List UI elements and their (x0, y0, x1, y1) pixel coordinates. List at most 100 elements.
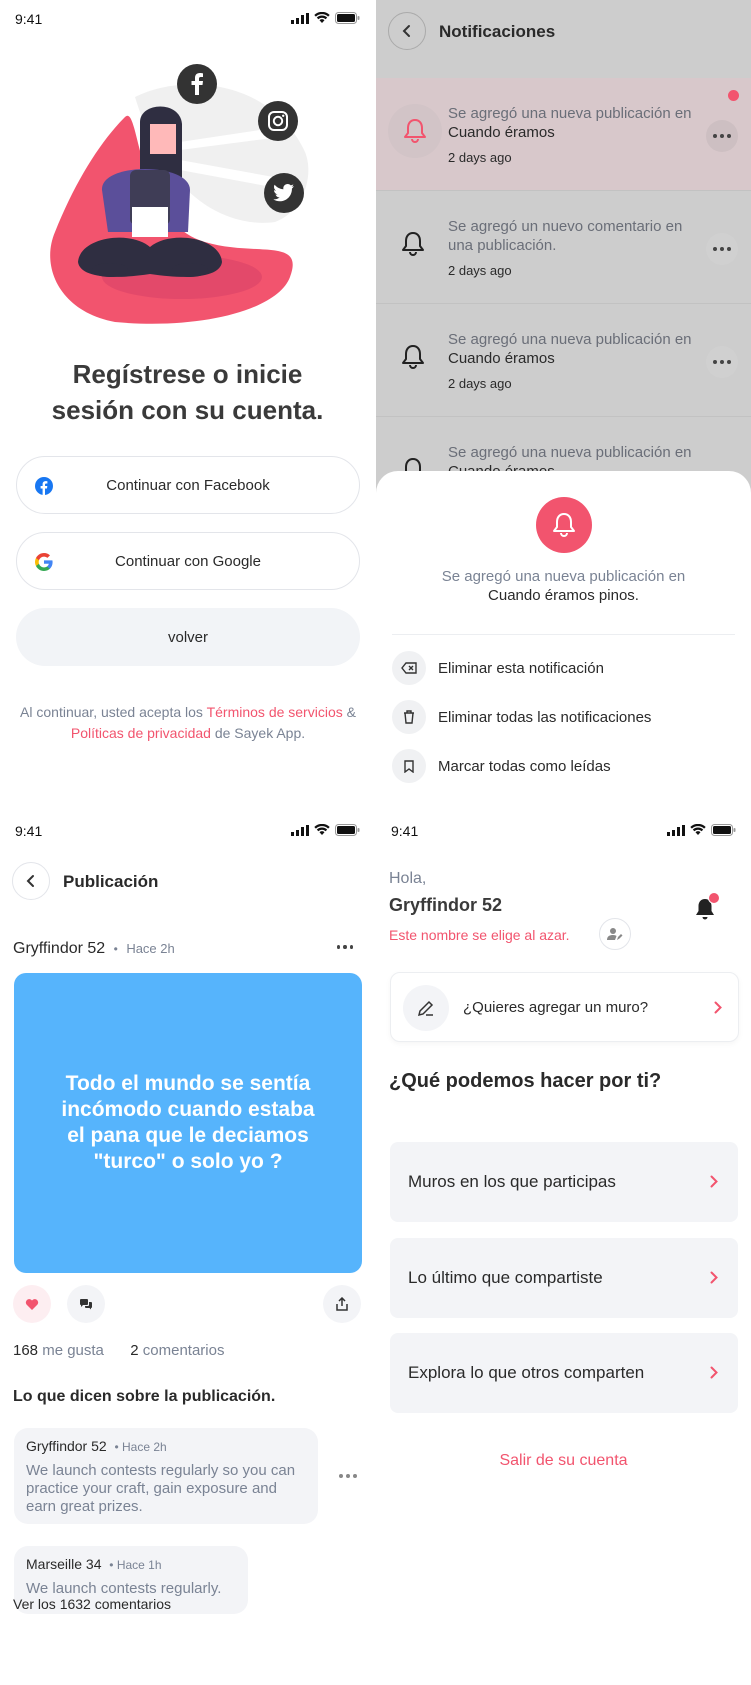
more-button[interactable] (706, 346, 738, 378)
login-screen: 9:41 Regístrese o inicie sesión con su c… (0, 0, 375, 812)
notification-item[interactable]: Se agregó un nuevo comentario en una pub… (376, 191, 751, 304)
terms-suffix: de Sayek App. (214, 725, 306, 741)
comments-section-title: Lo que dicen sobre la publicación. (13, 1388, 276, 1405)
back-button[interactable] (388, 12, 426, 50)
option-label: Lo último que compartiste (408, 1268, 603, 1287)
post-content: Todo el mundo se sentía incómodo cuando … (61, 1072, 315, 1173)
battery-icon (711, 824, 736, 836)
facebook-button[interactable]: Continuar con Facebook (16, 456, 360, 514)
post-meta: Gryffindor 52 • Hace 2h (13, 940, 175, 957)
comment-time: Hace 2h (122, 1440, 167, 1454)
notification-dot (708, 892, 720, 904)
notifications-screen: Notificaciones Se agregó una nueva publi… (376, 0, 751, 812)
wifi-icon (314, 12, 330, 23)
delete-all-action[interactable]: Eliminar todas las notificaciones (392, 699, 732, 735)
signal-icon (291, 12, 309, 24)
wifi-icon (314, 824, 330, 835)
bottom-sheet: Se agregó una nueva publicación en Cuand… (376, 471, 751, 812)
notification-post-name: Cuando éramos (448, 350, 555, 367)
status-bar: 9:41 (0, 0, 375, 40)
home-screen: 9:41 Hola, Gryffindor 52 Este nombre se … (376, 812, 751, 1624)
back-button[interactable]: volver (16, 608, 360, 666)
delete-notification-action[interactable]: Eliminar esta notificación (392, 650, 732, 686)
user-edit-icon (607, 928, 623, 940)
sheet-message-text: Se agregó una nueva publicación en (441, 568, 686, 585)
notification-text: Se agregó un nuevo comentario en una pub… (448, 218, 683, 254)
option-latest-shared[interactable]: Lo último que compartiste (390, 1238, 738, 1318)
terms-text: Al continuar, usted acepta los Términos … (8, 702, 368, 744)
add-wall-card[interactable]: ¿Quieres agregar un muro? (390, 972, 739, 1042)
status-icons (291, 12, 360, 24)
comments-label[interactable]: comentarios (143, 1342, 225, 1359)
comment-more-button[interactable] (339, 1474, 357, 1478)
wifi-icon (690, 824, 706, 835)
facebook-button-label: Continuar con Facebook (106, 476, 270, 494)
chevron-right-icon (714, 1001, 722, 1014)
login-title-line2: sesión con su cuenta. (51, 395, 324, 425)
delete-all-label: Eliminar todas las notificaciones (438, 708, 652, 726)
mark-all-read-action[interactable]: Marcar todas como leídas (392, 748, 732, 784)
likes-label: me gusta (42, 1342, 104, 1359)
comment-author[interactable]: Gryffindor 52 (26, 1438, 107, 1454)
bell-icon (553, 513, 575, 537)
bell-icon (402, 232, 424, 256)
notification-item[interactable]: Se agregó una nueva publicación en Cuand… (376, 78, 751, 191)
notifications-title: Notificaciones (439, 22, 556, 41)
notification-text: Se agregó una nueva publicación en (448, 444, 692, 461)
comment-button[interactable] (67, 1285, 105, 1323)
chat-icon (80, 1299, 92, 1310)
notification-item[interactable]: Se agregó una nueva publicación en Cuand… (376, 304, 751, 417)
chevron-right-icon (710, 1271, 718, 1284)
random-name-note: Este nombre se elige al azar. (389, 927, 570, 943)
bell-button[interactable] (694, 892, 722, 922)
back-button[interactable] (12, 862, 50, 900)
likes-count: 168 (13, 1342, 39, 1359)
add-wall-label: ¿Quieres agregar un muro? (463, 999, 649, 1016)
sheet-divider (392, 634, 735, 635)
terms-link[interactable]: Términos de servicios (207, 704, 343, 720)
google-icon (35, 553, 53, 571)
notification-time: 2 days ago (448, 263, 512, 278)
login-title: Regístrese o inicie sesión con su cuenta… (0, 356, 375, 428)
more-button[interactable] (706, 120, 738, 152)
notification-text: Se agregó una nueva publicación en (448, 105, 692, 122)
post-page-title: Publicación (63, 872, 159, 891)
facebook-bubble-icon (177, 64, 217, 104)
like-button[interactable] (13, 1285, 51, 1323)
comments-count: 2 (130, 1342, 139, 1359)
status-time: 9:41 (15, 823, 43, 839)
terms-prefix: Al continuar, usted acepta los (20, 704, 203, 720)
option-explore[interactable]: Explora lo que otros comparten (390, 1333, 738, 1413)
notification-text: Se agregó una nueva publicación en (448, 331, 692, 348)
back-button-label: volver (167, 628, 208, 646)
bell-icon-badge (536, 497, 592, 553)
google-button-label: Continuar con Google (115, 552, 261, 570)
post-more-button[interactable] (337, 945, 353, 953)
pencil-icon (417, 1000, 434, 1017)
notification-time: 2 days ago (448, 376, 512, 391)
logout-link[interactable]: Salir de su cuenta (376, 1452, 751, 1470)
bell-icon (402, 345, 424, 369)
google-button[interactable]: Continuar con Google (16, 532, 360, 590)
share-button[interactable] (323, 1285, 361, 1323)
privacy-link[interactable]: Políticas de privacidad (71, 725, 211, 741)
change-name-button[interactable] (599, 918, 631, 950)
comment-author[interactable]: Marseille 34 (26, 1556, 101, 1572)
pencil-icon-badge (403, 985, 449, 1031)
battery-icon (335, 824, 360, 836)
unread-dot (728, 90, 739, 101)
post-screen: 9:41 Publicación Gryffindor 52 • Hace 2h… (0, 812, 375, 1624)
view-all-comments-link[interactable]: Ver los 1632 comentarios (13, 1596, 171, 1612)
greeting: Hola, (389, 870, 427, 887)
mark-all-read-label: Marcar todas como leídas (438, 757, 611, 775)
option-walls[interactable]: Muros en los que participas (390, 1142, 738, 1222)
option-label: Explora lo que otros comparten (408, 1363, 645, 1382)
terms-and: & (346, 704, 356, 720)
help-section-title: ¿Qué podemos hacer por ti? (389, 1070, 662, 1092)
more-button[interactable] (706, 233, 738, 265)
chevron-left-icon (402, 25, 410, 37)
post-stats: 168 me gusta 2 comentarios (13, 1342, 224, 1359)
chevron-right-icon (710, 1366, 718, 1379)
post-author[interactable]: Gryffindor 52 (13, 940, 105, 957)
comment-card: Gryffindor 52 • Hace 2h We launch contes… (14, 1428, 318, 1524)
